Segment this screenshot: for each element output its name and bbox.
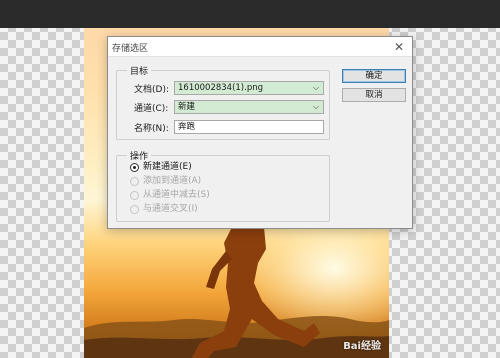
channel-select-value: 新建 — [178, 102, 196, 112]
radio-button[interactable] — [130, 191, 139, 200]
runner-silhouette — [191, 223, 320, 358]
document-select-value: 1610002834(1).png — [178, 83, 263, 93]
watermark: Bai经验 — [343, 341, 381, 352]
channel-label: 通道(C): — [134, 104, 169, 114]
dialog-title: 存储选区 — [112, 44, 149, 54]
name-input[interactable]: 奔跑 — [174, 120, 324, 134]
app-top-bar — [0, 0, 500, 28]
document-select[interactable]: 1610002834(1).png ⌵ — [174, 81, 324, 95]
name-label: 名称(N): — [134, 124, 169, 134]
radio-label: 添加到通道(A) — [143, 176, 202, 186]
save-selection-dialog: 存储选区 ✕ 目标 文档(D): 1610002834(1).png ⌵ 通道(… — [107, 36, 413, 229]
radio-label: 与通道交叉(I) — [143, 204, 198, 214]
cancel-button[interactable]: 取消 — [342, 88, 406, 102]
close-icon[interactable]: ✕ — [390, 38, 408, 56]
chevron-down-icon: ⌵ — [312, 83, 320, 92]
radio-button[interactable] — [130, 163, 139, 172]
radio-label: 从通道中减去(S) — [143, 190, 210, 200]
radio-button[interactable] — [130, 205, 139, 214]
chevron-down-icon: ⌵ — [312, 102, 320, 111]
document-label: 文档(D): — [134, 85, 169, 95]
channel-select[interactable]: 新建 ⌵ — [174, 100, 324, 114]
target-group-legend: 目标 — [127, 64, 152, 77]
target-group: 目标 文档(D): 1610002834(1).png ⌵ 通道(C): 新建 … — [116, 64, 330, 140]
operation-group-legend: 操作 — [127, 149, 152, 162]
radio-label: 新建通道(E) — [143, 162, 192, 172]
dialog-title-bar: 存储选区 ✕ — [108, 37, 412, 57]
ok-button[interactable]: 确定 — [342, 69, 406, 83]
operation-group: 操作 新建通道(E) 添加到通道(A) 从通道中减去(S) 与通道交叉(I) — [116, 149, 330, 222]
radio-button[interactable] — [130, 177, 139, 186]
